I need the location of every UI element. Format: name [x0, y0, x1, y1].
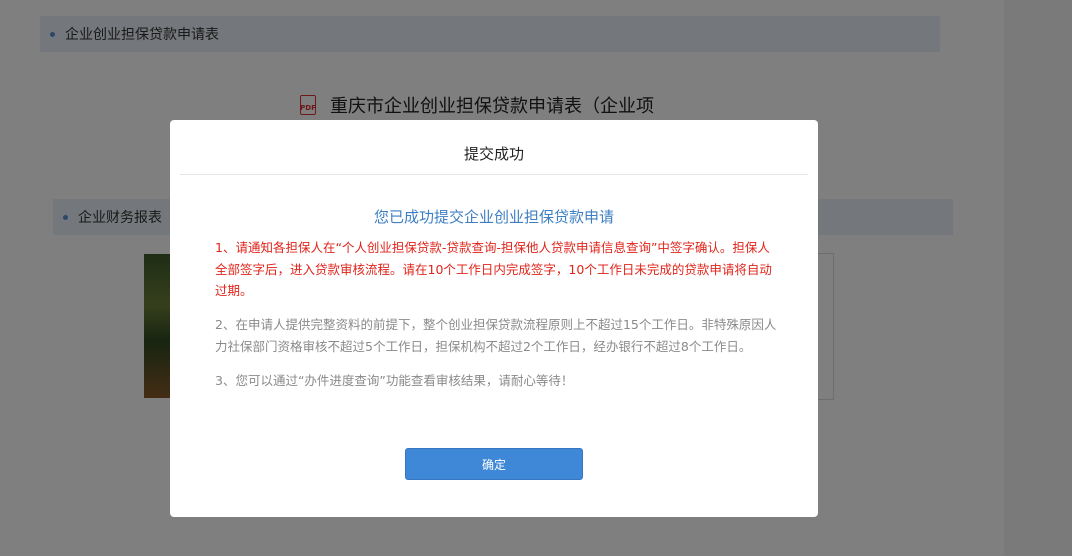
- notice-guarantor-signature: 1、请通知各担保人在“个人创业担保贷款-贷款查询-担保他人贷款申请信息查询”中签…: [215, 240, 772, 298]
- notice-processing-time: 2、在申请人提供完整资料的前提下，整个创业担保贷款流程原则上不超过15个工作日。…: [215, 317, 777, 354]
- dialog-divider: [180, 174, 808, 175]
- dialog-title: 提交成功: [463, 145, 524, 163]
- success-dialog: 提交成功 您已成功提交企业创业担保贷款申请 1、请通知各担保人在“个人创业担保贷…: [170, 120, 818, 517]
- dialog-headline: 您已成功提交企业创业担保贷款申请: [373, 208, 614, 226]
- notice-progress-query: 3、您可以通过“办件进度查询”功能查看审核结果，请耐心等待！: [215, 373, 574, 388]
- confirm-button[interactable]: 确定: [405, 448, 583, 480]
